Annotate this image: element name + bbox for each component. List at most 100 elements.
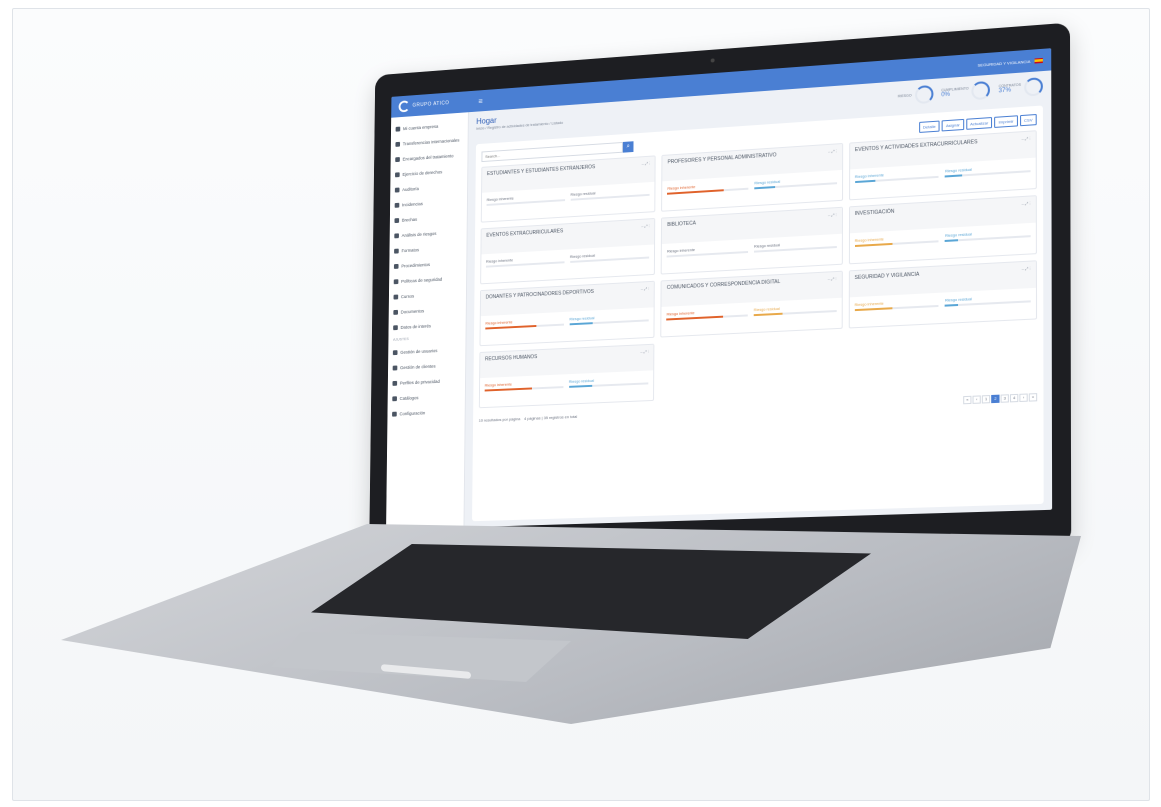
records-summary: 4 páginas | 35 registros en total (524, 413, 578, 421)
menu-item-icon (392, 411, 397, 417)
page-button[interactable]: › (1019, 393, 1028, 403)
brand-logo-icon (398, 100, 410, 113)
treatment-card[interactable]: SEGURIDAD Y VIGILANCIA – ⤢ ⋮ Riesgo inhere… (848, 260, 1038, 329)
page-button[interactable]: « (963, 395, 972, 405)
toolbar-button[interactable]: Asignar (941, 118, 964, 131)
toolbar-button[interactable]: Imprimir (994, 114, 1018, 128)
risk-inherent: Riesgo inherente (484, 380, 564, 392)
per-page-select[interactable]: 10 resultados por página (479, 416, 521, 423)
laptop-screen: GRUPO ATICO ≡ SEGURIDAD Y VIGILANCIA Mi … (386, 48, 1053, 530)
risk-inherent: Riesgo inherente (854, 170, 939, 184)
treatment-card[interactable]: COMUNICADOS Y CORRESPONDENCIA DIGITAL – ⤢… (660, 270, 843, 338)
page-button[interactable]: ‹ (972, 395, 981, 404)
sidebar-item-label: Encargados del tratamiento (402, 152, 454, 162)
card-title: DONANTES Y PATROCINADORES DEPORTIVOS (485, 288, 594, 301)
risk-bar-fill (944, 303, 958, 307)
menu-item-icon (394, 248, 399, 254)
sidebar: Mi cuenta empresa Transferencias internac… (386, 112, 469, 530)
card-controls-icon[interactable]: – ⤢ ⋮ (642, 161, 650, 179)
card-title: ESTUDIANTES Y ESTUDIANTES EXTRANJEROS (486, 164, 596, 178)
page-button[interactable]: 2 (991, 394, 1000, 404)
brand[interactable]: GRUPO ATICO (398, 96, 475, 113)
card-controls-icon[interactable]: – ⤢ ⋮ (828, 276, 837, 294)
card-title: INVESTIGACIÓN (854, 208, 895, 218)
card-controls-icon[interactable]: – ⤢ ⋮ (828, 148, 837, 166)
risk-bar-fill (753, 312, 783, 317)
treatment-card[interactable]: PROFESORES Y PERSONAL ADMINISTRATIVO – ⤢ … (661, 143, 843, 212)
menu-item-icon (394, 217, 400, 223)
sidebar-item-label: Ejercicio de derechos (402, 168, 443, 177)
risk-bar-fill (569, 322, 594, 326)
risk-bar-fill (754, 186, 775, 190)
card-title: RECURSOS HUMANOS (484, 354, 538, 363)
treatment-card[interactable]: DONANTES Y PATROCINADORES DEPORTIVOS – ⤢ … (479, 280, 656, 347)
sidebar-item-label: Incidencias (402, 200, 423, 207)
page-button[interactable]: 4 (1009, 393, 1019, 403)
sidebar-item-label: Formatos (401, 246, 420, 253)
pagination: «‹ 1 2 3 4 ›» (963, 393, 1038, 405)
hamburger-menu-icon[interactable]: ≡ (478, 96, 482, 105)
menu-item-icon (394, 202, 400, 208)
menu-item-icon (395, 141, 401, 147)
card-title: EVENTOS Y ACTIVIDADES EXTRACURRICULARES (854, 139, 978, 154)
sidebar-item-label: Cursos (400, 293, 415, 299)
main-content: Hogar Inicio / Registro de actividades d… (464, 70, 1052, 527)
card-controls-icon[interactable]: – ⤢ ⋮ (641, 286, 649, 304)
toolbar-button[interactable]: Detalle (918, 120, 940, 133)
kpi-item: RIESGO (897, 84, 934, 105)
page-button[interactable]: » (1028, 393, 1038, 402)
card-controls-icon[interactable]: – ⤢ ⋮ (641, 223, 649, 241)
risk-inherent: Riesgo inherente (486, 193, 565, 206)
sidebar-item-label: Análisis de riesgos (401, 230, 437, 238)
menu-item-icon (392, 380, 398, 386)
sidebar-item-label: Mi cuenta empresa (402, 123, 439, 131)
menu-item-icon (395, 171, 400, 177)
risk-bar-fill (485, 325, 537, 330)
card-controls-icon[interactable]: – ⤢ ⋮ (1022, 266, 1031, 285)
sidebar-item-label: Gestión de usuarios (400, 347, 438, 355)
card-title: COMUNICADOS Y CORRESPONDENCIA DIGITAL (666, 278, 781, 291)
sidebar-item-label: Catálogos (399, 394, 419, 401)
toolbar-button[interactable]: CSV (1019, 113, 1037, 126)
card-controls-icon[interactable]: – ⤢ ⋮ (640, 349, 648, 367)
risk-bar-fill (854, 307, 893, 312)
risk-inherent: Riesgo inherente (854, 234, 939, 248)
card-controls-icon[interactable]: – ⤢ ⋮ (1021, 136, 1030, 155)
progress-ring-icon (1024, 77, 1043, 97)
menu-item-icon (394, 187, 400, 193)
menu-item-icon (393, 309, 399, 315)
menu-item-icon (393, 263, 399, 269)
page-button[interactable]: 3 (1000, 394, 1009, 403)
menu-item-icon (395, 126, 401, 132)
toolbar-button[interactable]: Actualizar (965, 116, 993, 130)
topbar-company[interactable]: SEGURIDAD Y VIGILANCIA (978, 58, 1031, 67)
kpi-label: RIESGO (897, 93, 912, 99)
records-panel: ⌕ DetalleAsignarActualizarImprimirCSV ES… (472, 105, 1044, 522)
treatment-card[interactable]: ESTUDIANTES Y ESTUDIANTES EXTRANJEROS – ⤢… (480, 155, 656, 223)
treatment-card[interactable]: EVENTOS Y ACTIVIDADES EXTRACURRICULARES –… (848, 130, 1037, 201)
treatment-card[interactable]: BIBLIOTECA – ⤢ ⋮ Riesgo inherente Riesgo re… (660, 206, 843, 275)
progress-ring-icon (971, 80, 991, 101)
spain-flag-icon[interactable] (1034, 57, 1043, 64)
risk-bar-fill (945, 174, 962, 178)
page-button[interactable]: 1 (981, 395, 991, 404)
risk-residual: Riesgo residual (570, 188, 650, 201)
menu-item-icon (392, 395, 397, 401)
sidebar-item-label: Documentos (400, 308, 425, 315)
treatment-card[interactable]: EVENTOS EXTRACURRICULARES – ⤢ ⋮ Riesgo inh… (480, 217, 656, 285)
risk-bar-fill (854, 242, 893, 248)
topbar-right: SEGURIDAD Y VIGILANCIA (978, 57, 1043, 67)
action-buttons: Detalle Asignar Actualizar Imprimir CSV (918, 113, 1037, 133)
sidebar-item-label: Perfiles de privacidad (399, 378, 440, 386)
card-controls-icon[interactable]: – ⤢ ⋮ (1022, 201, 1031, 220)
card-title: BIBLIOTECA (667, 220, 696, 229)
treatment-card[interactable]: INVESTIGACIÓN – ⤢ ⋮ Riesgo inherente Riesgo… (848, 195, 1037, 265)
search-icon[interactable]: ⌕ (622, 140, 634, 153)
menu-item-icon (392, 365, 398, 371)
treatment-card[interactable]: RECURSOS HUMANOS – ⤢ ⋮ Riesgo inherente Rie… (478, 343, 655, 409)
kpi-value: 0% (941, 91, 951, 99)
menu-item-icon (393, 294, 399, 300)
sidebar-item[interactable]: Configuración (387, 403, 464, 422)
risk-bar-fill (484, 387, 532, 392)
card-controls-icon[interactable]: – ⤢ ⋮ (828, 212, 837, 230)
